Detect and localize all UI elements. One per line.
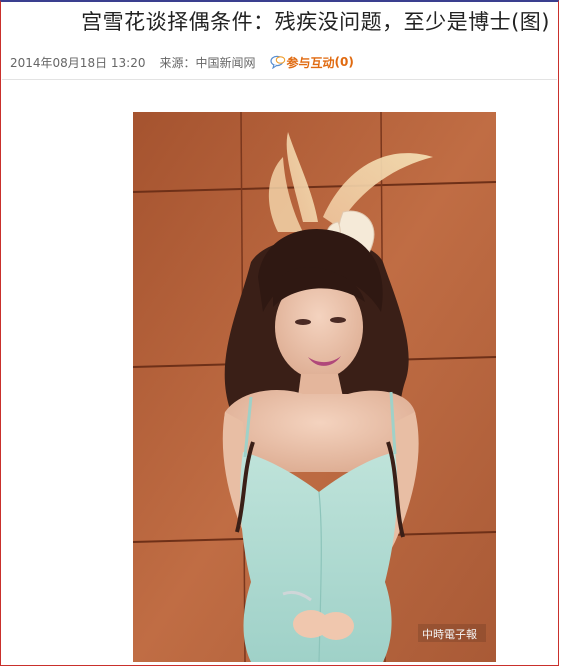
interact-label: 参与互动 xyxy=(286,55,335,70)
article-source: 来源：中国新闻网 xyxy=(159,55,256,70)
publish-date: 2014年08月18日 13:20 xyxy=(10,55,146,70)
interact-count: (0) xyxy=(334,55,354,69)
interact-link[interactable]: 参与互动 (0) xyxy=(269,54,354,71)
article-photo: 中時電子報 xyxy=(133,112,496,662)
watermark-logo: 中時電子報 xyxy=(418,624,486,642)
article-title: 宫雪花谈择偶条件：残疾没问题，至少是博士(图) xyxy=(81,10,550,34)
comment-bubble-icon xyxy=(269,55,286,70)
header-divider xyxy=(2,79,557,80)
watermark-text: 中時電子報 xyxy=(422,628,477,641)
article-meta: 2014年08月18日 13:20 来源：中国新闻网 参与互动 (0) xyxy=(10,53,549,71)
article-frame: 宫雪花谈择偶条件：残疾没问题，至少是博士(图) 2014年08月18日 13:2… xyxy=(0,0,559,666)
